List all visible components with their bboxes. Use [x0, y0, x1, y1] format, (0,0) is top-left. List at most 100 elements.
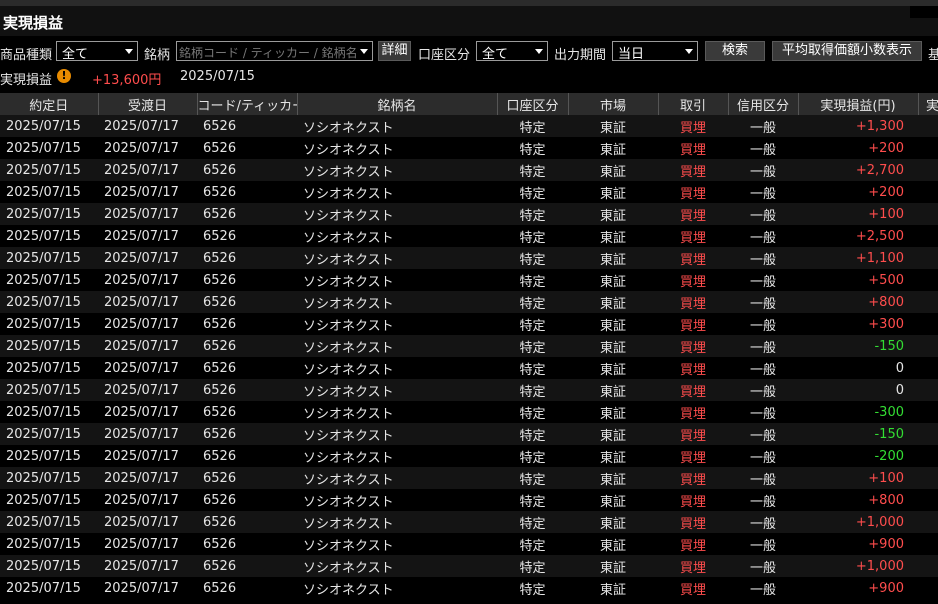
stock-search-placeholder: 銘柄コード / ティッカー / 銘柄名: [179, 46, 358, 60]
table-row[interactable]: 2025/07/15 2025/07/17 6526 ソシオネクスト 特定 東証 買埋 一般 0: [0, 379, 938, 401]
table-row[interactable]: 2025/07/15 2025/07/17 6526 ソシオネクスト 特定 東証 買埋 一般 +…: [0, 181, 938, 203]
table-row[interactable]: 2025/07/15 2025/07/17 6526 ソシオネクスト 特定 東証 買埋 一般 +…: [0, 489, 938, 511]
col-header-settle-date[interactable]: 受渡日: [98, 93, 198, 115]
search-button[interactable]: 検索: [705, 41, 765, 61]
table-row[interactable]: 2025/07/15 2025/07/17 6526 ソシオネクスト 特定 東証 買埋 一般 +…: [0, 467, 938, 489]
cell-name: ソシオネクスト: [297, 445, 497, 467]
cell-market: 東証: [568, 401, 658, 423]
col-header-market[interactable]: 市場: [568, 93, 659, 115]
cell-market: 東証: [568, 291, 658, 313]
cell-trade-date: 2025/07/15: [0, 159, 98, 181]
warning-icon[interactable]: !: [57, 69, 71, 83]
cell-market: 東証: [568, 335, 658, 357]
table-row[interactable]: 2025/07/15 2025/07/17 6526 ソシオネクスト 特定 東証 買埋 一般 -…: [0, 335, 938, 357]
table-row[interactable]: 2025/07/15 2025/07/17 6526 ソシオネクスト 特定 東証 買埋 一般 0: [0, 357, 938, 379]
cell-account: 特定: [497, 159, 568, 181]
cell-account: 特定: [497, 357, 568, 379]
cell-credit: 一般: [728, 489, 798, 511]
cell-trade-date: 2025/07/15: [0, 555, 98, 577]
cell-market: 東証: [568, 555, 658, 577]
title-bar: 実現損益: [0, 0, 938, 36]
cell-account: 特定: [497, 181, 568, 203]
cell-trade: 買埋: [658, 445, 728, 467]
detail-button[interactable]: 詳細: [378, 41, 411, 61]
cell-code: 6526: [197, 181, 297, 203]
account-type-select[interactable]: 全て: [476, 41, 548, 62]
cell-account: 特定: [497, 555, 568, 577]
cell-realized-pl: +100: [798, 467, 918, 489]
table-row[interactable]: 2025/07/15 2025/07/17 6526 ソシオネクスト 特定 東証 買埋 一般 +…: [0, 533, 938, 555]
cell-settle-date: 2025/07/17: [98, 115, 197, 137]
cell-account: 特定: [497, 115, 568, 137]
col-header-realized-cut[interactable]: 実現: [918, 93, 938, 115]
cell-market: 東証: [568, 423, 658, 445]
cell-realized-pl: +100: [798, 203, 918, 225]
cell-name: ソシオネクスト: [297, 577, 497, 599]
table-row[interactable]: 2025/07/15 2025/07/17 6526 ソシオネクスト 特定 東証 買埋 一般 +…: [0, 555, 938, 577]
table-row[interactable]: 2025/07/15 2025/07/17 6526 ソシオネクスト 特定 東証 買埋 一般 +…: [0, 137, 938, 159]
cell-trade-date: 2025/07/15: [0, 511, 98, 533]
cell-account: 特定: [497, 445, 568, 467]
cell-extra: [918, 247, 938, 269]
table-row[interactable]: 2025/07/15 2025/07/17 6526 ソシオネクスト 特定 東証 買埋 一般 +…: [0, 313, 938, 335]
table-row[interactable]: 2025/07/15 2025/07/17 6526 ソシオネクスト 特定 東証 買埋 一般 -…: [0, 445, 938, 467]
cell-account: 特定: [497, 225, 568, 247]
cell-extra: [918, 423, 938, 445]
cell-trade-date: 2025/07/15: [0, 379, 98, 401]
cell-code: 6526: [197, 115, 297, 137]
cell-trade: 買埋: [658, 489, 728, 511]
cell-credit: 一般: [728, 225, 798, 247]
cell-credit: 一般: [728, 423, 798, 445]
table-row[interactable]: 2025/07/15 2025/07/17 6526 ソシオネクスト 特定 東証 買埋 一般 +…: [0, 247, 938, 269]
cell-extra: [918, 467, 938, 489]
cell-realized-pl: +800: [798, 489, 918, 511]
summary-bar: 実現損益 ! +13,600円 2025/07/15: [0, 68, 938, 88]
cell-code: 6526: [197, 247, 297, 269]
cell-code: 6526: [197, 467, 297, 489]
cell-credit: 一般: [728, 445, 798, 467]
col-header-account[interactable]: 口座区分: [497, 93, 569, 115]
table-row[interactable]: 2025/07/15 2025/07/17 6526 ソシオネクスト 特定 東証 買埋 一般 +…: [0, 159, 938, 181]
col-header-trade[interactable]: 取引: [658, 93, 729, 115]
table-row[interactable]: 2025/07/15 2025/07/17 6526 ソシオネクスト 特定 東証 買埋 一般 +…: [0, 115, 938, 137]
cell-trade: 買埋: [658, 247, 728, 269]
product-type-select[interactable]: 全て: [56, 41, 138, 62]
window-corner: [910, 6, 938, 18]
cell-trade-date: 2025/07/15: [0, 269, 98, 291]
cell-market: 東証: [568, 467, 658, 489]
cell-settle-date: 2025/07/17: [98, 533, 197, 555]
table-row[interactable]: 2025/07/15 2025/07/17 6526 ソシオネクスト 特定 東証 買埋 一般 +…: [0, 203, 938, 225]
col-header-trade-date[interactable]: 約定日: [0, 93, 99, 115]
account-type-value: 全て: [482, 47, 509, 62]
page-title: 実現損益: [3, 14, 64, 32]
cell-settle-date: 2025/07/17: [98, 401, 197, 423]
table-row[interactable]: 2025/07/15 2025/07/17 6526 ソシオネクスト 特定 東証 買埋 一般 -…: [0, 423, 938, 445]
cell-realized-pl: +900: [798, 533, 918, 555]
col-header-code[interactable]: コード/ティッカー: [197, 93, 298, 115]
table-row[interactable]: 2025/07/15 2025/07/17 6526 ソシオネクスト 特定 東証 買埋 一般 +…: [0, 577, 938, 599]
table-row[interactable]: 2025/07/15 2025/07/17 6526 ソシオネクスト 特定 東証 買埋 一般 +…: [0, 269, 938, 291]
cell-name: ソシオネクスト: [297, 115, 497, 137]
table-row[interactable]: 2025/07/15 2025/07/17 6526 ソシオネクスト 特定 東証 買埋 一般 -…: [0, 401, 938, 423]
col-header-realized-pl[interactable]: 実現損益(円): [798, 93, 919, 115]
cell-market: 東証: [568, 577, 658, 599]
col-header-credit[interactable]: 信用区分: [728, 93, 799, 115]
cell-extra: [918, 533, 938, 555]
cell-credit: 一般: [728, 137, 798, 159]
stock-search-input[interactable]: 銘柄コード / ティッカー / 銘柄名: [176, 41, 373, 61]
cell-name: ソシオネクスト: [297, 467, 497, 489]
chevron-down-icon: [125, 49, 133, 54]
cell-trade-date: 2025/07/15: [0, 423, 98, 445]
table-row[interactable]: 2025/07/15 2025/07/17 6526 ソシオネクスト 特定 東証 買埋 一般 +…: [0, 511, 938, 533]
table-row[interactable]: 2025/07/15 2025/07/17 6526 ソシオネクスト 特定 東証 買埋 一般 +…: [0, 291, 938, 313]
cell-realized-pl: +500: [798, 269, 918, 291]
period-select[interactable]: 当日: [612, 41, 698, 62]
table-row[interactable]: 2025/07/15 2025/07/17 6526 ソシオネクスト 特定 東証 買埋 一般 +…: [0, 225, 938, 247]
summary-date: 2025/07/15: [180, 69, 255, 84]
cell-account: 特定: [497, 247, 568, 269]
avg-price-decimal-button[interactable]: 平均取得価額小数表示: [772, 41, 922, 61]
cell-name: ソシオネクスト: [297, 225, 497, 247]
col-header-name[interactable]: 銘柄名: [297, 93, 498, 115]
cell-extra: [918, 269, 938, 291]
cell-trade-date: 2025/07/15: [0, 225, 98, 247]
